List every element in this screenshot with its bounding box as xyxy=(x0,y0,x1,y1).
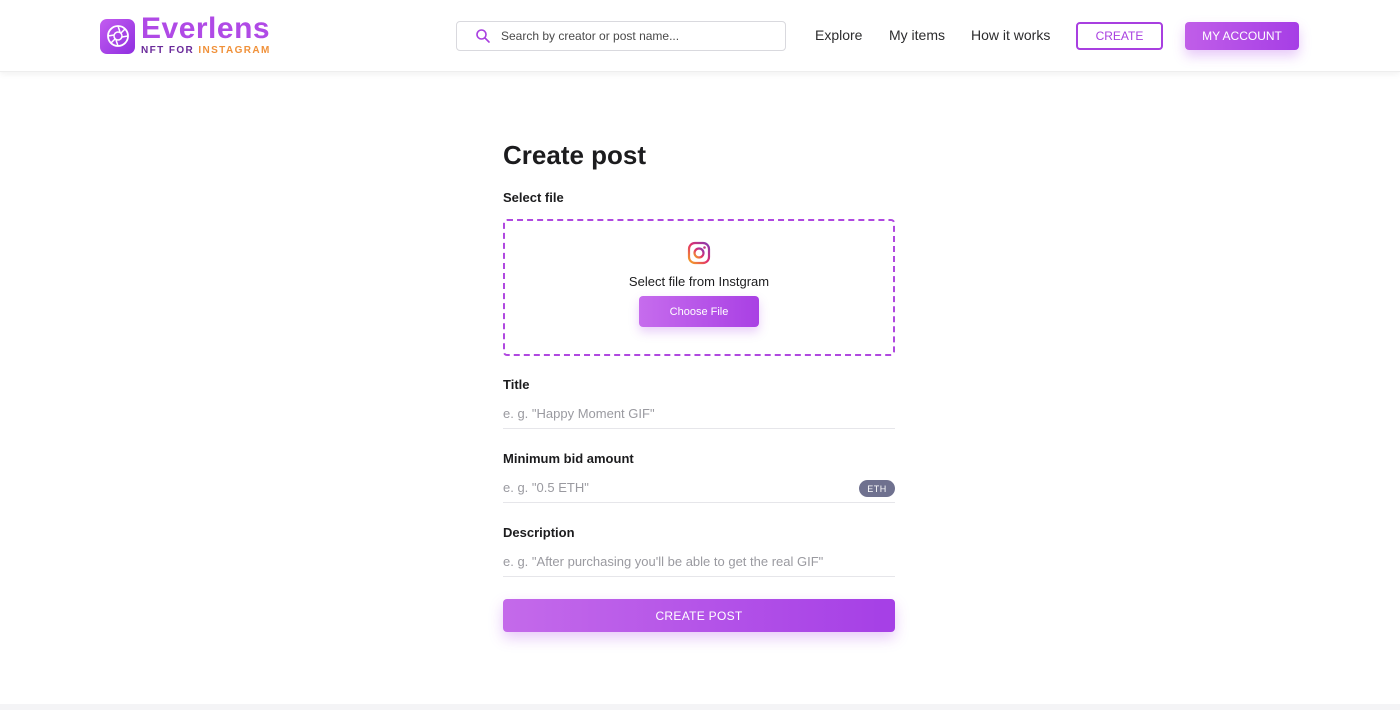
choose-file-button[interactable]: Choose File xyxy=(639,296,759,327)
instagram-icon xyxy=(687,241,711,265)
create-button[interactable]: CREATE xyxy=(1076,22,1163,50)
brand-logo[interactable]: Everlens NFT FOR INSTAGRAM xyxy=(100,12,271,56)
search-input[interactable] xyxy=(501,29,761,43)
title-label: Title xyxy=(503,377,530,392)
brand-wordmark: Everlens NFT FOR INSTAGRAM xyxy=(141,12,271,56)
description-input[interactable] xyxy=(503,554,895,569)
camera-aperture-icon xyxy=(100,18,135,54)
brand-tagline-accent: INSTAGRAM xyxy=(198,45,271,56)
eth-currency-badge: ETH xyxy=(859,480,895,497)
dropzone-text: Select file from Instgram xyxy=(628,274,770,289)
nav-how-it-works-link[interactable]: How it works xyxy=(971,27,1050,43)
title-field xyxy=(503,399,895,429)
top-nav-bar: Everlens NFT FOR INSTAGRAM Explore My it… xyxy=(0,0,1400,72)
brand-name: Everlens xyxy=(141,12,271,45)
select-file-label: Select file xyxy=(503,190,564,205)
my-account-button[interactable]: MY ACCOUNT xyxy=(1185,22,1299,50)
nav-my-items-link[interactable]: My items xyxy=(889,27,945,43)
create-post-button[interactable]: CREATE POST xyxy=(503,599,895,632)
file-dropzone[interactable]: Select file from Instgram Choose File xyxy=(503,219,895,356)
description-field xyxy=(503,547,895,577)
footer-divider xyxy=(0,704,1400,710)
description-label: Description xyxy=(503,525,575,540)
nav-explore-link[interactable]: Explore xyxy=(815,27,862,43)
brand-tagline: NFT FOR INSTAGRAM xyxy=(141,46,271,56)
minimum-bid-input[interactable] xyxy=(503,480,895,495)
page-title: Create post xyxy=(503,140,647,170)
minimum-bid-field: ETH xyxy=(503,473,895,503)
search-icon xyxy=(476,29,490,43)
search-box[interactable] xyxy=(456,21,786,51)
minimum-bid-label: Minimum bid amount xyxy=(503,451,634,466)
brand-tagline-prefix: NFT FOR xyxy=(141,45,199,56)
title-input[interactable] xyxy=(503,406,895,421)
